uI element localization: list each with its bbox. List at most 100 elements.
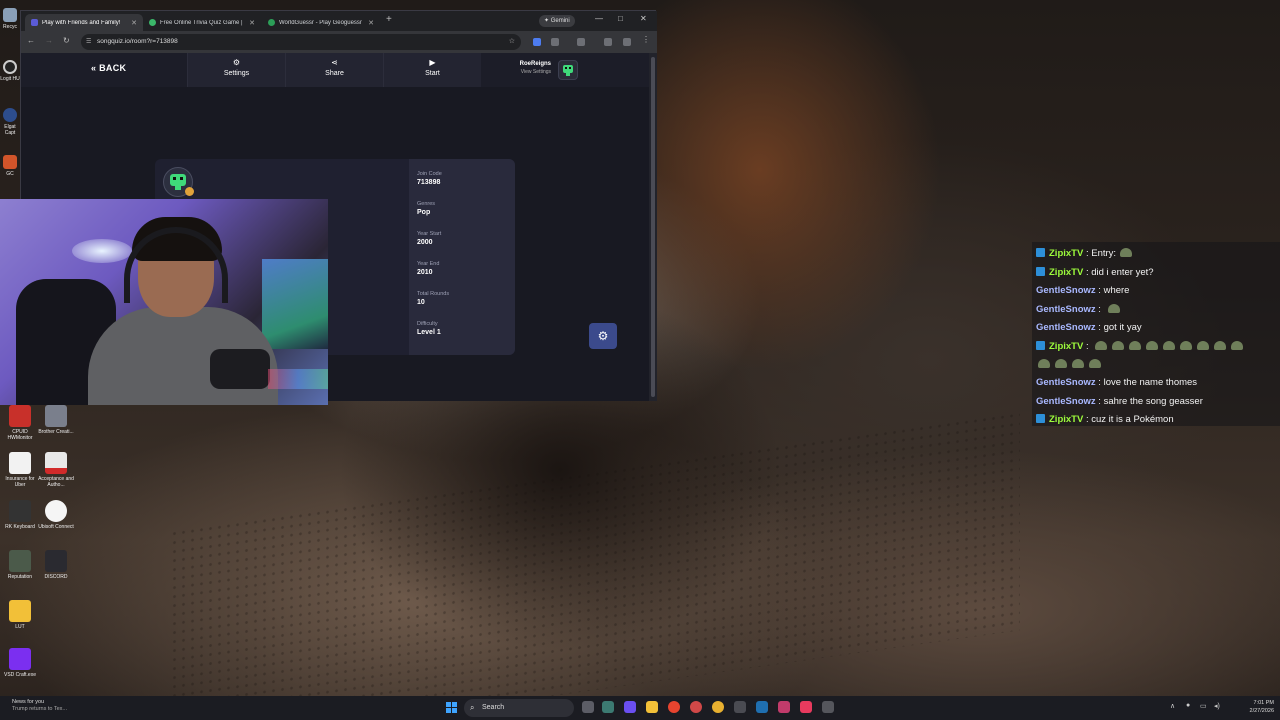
bookmark-star-icon[interactable]: ☆ (509, 34, 515, 50)
forward-arrow-icon[interactable]: → (45, 36, 53, 45)
menu-icon[interactable]: ⋮ (642, 35, 650, 44)
close-tab-icon[interactable]: ✕ (249, 19, 255, 27)
chat-message: ZipixTV : Entry: (1036, 246, 1137, 262)
tab-songquiz[interactable]: Play with Friends and Family! ✕ (25, 14, 143, 31)
desktop-icon-recycle[interactable]: Recyc (0, 8, 20, 30)
taskbar-app-icon[interactable] (690, 701, 702, 713)
task-view-icon[interactable] (582, 701, 594, 713)
desktop-icon-gc[interactable]: GC (0, 155, 20, 177)
desktop-icon-brother[interactable]: Brother Creati... (36, 405, 76, 435)
desktop-icon-ubisoft[interactable]: Ubisoft Connect (36, 500, 76, 530)
extension-icon[interactable] (623, 38, 631, 46)
taskbar-app-icon[interactable] (734, 701, 746, 713)
keyboard-icon (9, 500, 31, 522)
chevron-up-icon[interactable]: ∧ (1170, 702, 1175, 710)
maximize-button[interactable]: □ (618, 14, 623, 23)
turtle-emote-icon (1055, 358, 1067, 368)
desktop-icon-acceptance[interactable]: Acceptance and Autho... (36, 452, 76, 488)
steam-icon[interactable] (756, 701, 768, 713)
minimize-button[interactable]: — (595, 14, 603, 23)
start-button[interactable]: ▶ Start (383, 53, 481, 87)
chat-separator: : (1095, 303, 1104, 315)
chat-username[interactable]: ZipixTV (1049, 341, 1083, 352)
turtle-emote-icon (1072, 358, 1084, 368)
scrollbar[interactable] (649, 53, 657, 401)
reload-icon[interactable]: ↻ (63, 36, 70, 45)
chat-username[interactable]: GentleSnowz (1036, 377, 1096, 388)
close-tab-icon[interactable]: ✕ (368, 19, 374, 27)
site-info-icon[interactable]: ☰ (86, 34, 91, 50)
recycle-bin-icon (3, 8, 17, 22)
taskbar-app-icon[interactable] (778, 701, 790, 713)
desktop-icon-discord[interactable]: DISCORD (36, 550, 76, 580)
chevron-left-icon: « (91, 63, 97, 73)
extension-icon[interactable] (533, 38, 541, 46)
desktop-icon-insurance[interactable]: Insurance for Uber (0, 452, 40, 488)
chat-username[interactable]: GentleSnowz (1036, 396, 1096, 407)
turtle-emote-icon (1231, 340, 1244, 350)
taskbar-app-icon[interactable] (602, 701, 614, 713)
microphone-icon[interactable]: ● (1186, 702, 1190, 709)
turtle-emote-icon (1120, 248, 1133, 257)
username[interactable]: RoeReigns (491, 61, 551, 67)
chat-username[interactable]: ZipixTV (1049, 267, 1083, 278)
reputation-icon (9, 550, 31, 572)
back-arrow-icon[interactable]: ← (27, 36, 35, 45)
room-settings-gear-button[interactable]: ⚙ (589, 323, 617, 349)
brother-icon (45, 405, 67, 427)
discord-icon (45, 550, 67, 572)
close-window-button[interactable]: ✕ (640, 14, 647, 23)
chat-username[interactable]: GentleSnowz (1036, 304, 1096, 315)
windows-logo-icon (446, 702, 451, 707)
desktop-icon-rk-keyboard[interactable]: RK Keyboard (0, 500, 40, 530)
desktop-icon-logitech[interactable]: Logit HU (0, 60, 20, 82)
volume-icon[interactable]: ◂) (1214, 702, 1220, 710)
view-settings-link[interactable]: View Settings (491, 69, 551, 75)
file-explorer-icon[interactable] (646, 701, 658, 713)
taskbar-search[interactable]: ⌕ Search (464, 699, 574, 717)
songquiz-favicon-icon (31, 19, 38, 26)
chrome-icon[interactable] (712, 701, 724, 713)
desktop-icon-hwmonitor[interactable]: CPUID HWMonitor (0, 405, 40, 441)
share-button[interactable]: ⋖ Share (285, 53, 383, 87)
start-button[interactable] (446, 702, 458, 714)
new-tab-button[interactable]: + (386, 14, 392, 25)
url-input[interactable]: ☰ songquiz.io/room?r=713898 ☆ (81, 34, 521, 50)
chat-username[interactable]: ZipixTV (1049, 248, 1083, 259)
taskbar-app-icon[interactable] (800, 701, 812, 713)
extension-icon[interactable] (577, 38, 585, 46)
tab-strip: Play with Friends and Family! ✕ Free Onl… (21, 11, 657, 31)
back-button[interactable]: « BACK (91, 63, 126, 73)
chat-username[interactable]: ZipixTV (1049, 414, 1083, 425)
turtle-emote-icon (1095, 340, 1108, 350)
desktop-icon-lut[interactable]: LUT (0, 600, 40, 630)
chat-message: GentleSnowz : got it yay (1036, 320, 1142, 336)
tab-trivia[interactable]: Free Online Trivia Quiz Game | ✕ (143, 14, 261, 31)
avatar[interactable] (558, 60, 578, 80)
desktop-icon-elgato[interactable]: Elgat Capt (0, 108, 20, 136)
pdf-icon (45, 452, 67, 474)
turtle-emote-icon (1089, 358, 1101, 368)
chat-message: ZipixTV : cuz it is a Pokémon (1036, 412, 1174, 428)
extension-icon[interactable] (604, 38, 612, 46)
vsd-craft-icon (9, 648, 31, 670)
tab-worldguessr[interactable]: WorldGuessr - Play Geoguessr ✕ (262, 14, 380, 31)
taskbar-app-icon[interactable] (822, 701, 834, 713)
settings-button[interactable]: ⚙ Settings (187, 53, 285, 87)
scrollbar-thumb[interactable] (651, 57, 655, 397)
taskbar-app-icon[interactable] (668, 701, 680, 713)
chat-username[interactable]: GentleSnowz (1036, 322, 1096, 333)
clock[interactable]: 7:01 PM 2/27/2026 (1234, 699, 1274, 715)
news-widget[interactable]: News for you Trump returns to Tex... (12, 699, 67, 713)
taskbar-app-icon[interactable] (624, 701, 636, 713)
network-icon[interactable]: ▭ (1200, 702, 1207, 710)
chat-message-continued (1038, 357, 1106, 373)
close-tab-icon[interactable]: ✕ (131, 19, 137, 27)
chat-separator: : (1095, 395, 1104, 407)
chat-username[interactable]: GentleSnowz (1036, 285, 1096, 296)
extension-icon[interactable] (551, 38, 559, 46)
desktop-icon-reputation[interactable]: Reputation (0, 550, 40, 580)
gemini-button[interactable]: ✦ Gemini (539, 15, 575, 27)
logitech-icon (3, 60, 17, 74)
desktop-icon-vsd-craft[interactable]: VSD Craft.exe (0, 648, 40, 678)
